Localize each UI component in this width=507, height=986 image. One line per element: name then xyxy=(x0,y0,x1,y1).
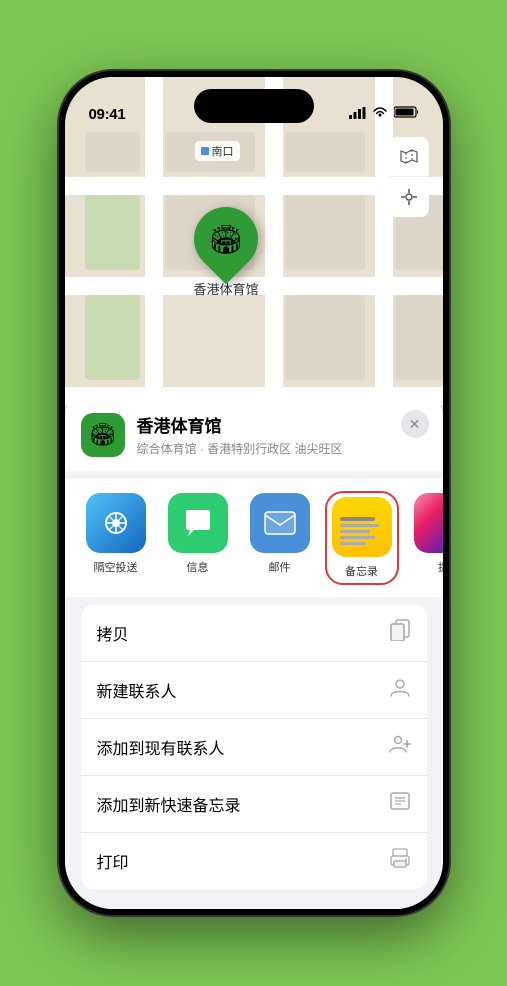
airdrop-label: 隔空投送 xyxy=(94,559,138,575)
map-block xyxy=(85,132,140,172)
map-label-dot xyxy=(201,147,209,155)
share-item-airdrop[interactable]: 隔空投送 xyxy=(81,493,151,583)
map-block xyxy=(285,195,365,270)
new-contact-label: 新建联系人 xyxy=(97,678,177,702)
action-add-existing[interactable]: 添加到现有联系人 xyxy=(81,719,427,776)
close-button[interactable]: ✕ xyxy=(401,410,429,438)
status-icons xyxy=(349,105,419,123)
add-existing-icon xyxy=(389,733,411,761)
more-icon xyxy=(414,493,443,553)
airdrop-icon xyxy=(86,493,146,553)
share-row: 隔空投送 信息 邮件 xyxy=(65,479,443,597)
map-controls xyxy=(389,137,429,217)
pin-icon: 🏟 xyxy=(208,223,244,256)
map-label: 南口 xyxy=(195,141,240,161)
location-button[interactable] xyxy=(389,177,429,217)
add-notes-label: 添加到新快速备忘录 xyxy=(97,792,241,816)
copy-label: 拷贝 xyxy=(97,621,129,645)
add-notes-icon xyxy=(389,790,411,818)
map-block xyxy=(395,295,443,380)
bottom-sheet: 🏟 香港体育馆 综合体育馆 · 香港特别行政区 油尖旺区 ✕ 隔空投送 xyxy=(65,396,443,909)
action-list: 拷贝 新建联系人 添加到现有联系人 xyxy=(81,605,427,889)
notes-label: 备忘录 xyxy=(345,563,378,579)
location-pin: 🏟 香港体育馆 xyxy=(194,207,259,298)
mail-icon xyxy=(250,493,310,553)
wifi-icon xyxy=(372,105,388,123)
dynamic-island xyxy=(194,89,314,123)
map-block xyxy=(285,132,365,172)
phone-frame: 09:41 xyxy=(59,71,449,915)
map-block xyxy=(85,295,140,380)
map-block xyxy=(285,295,365,380)
status-time: 09:41 xyxy=(89,106,126,123)
action-print[interactable]: 打印 xyxy=(81,833,427,889)
venue-icon: 🏟 xyxy=(81,413,125,457)
action-new-contact[interactable]: 新建联系人 xyxy=(81,662,427,719)
messages-label: 信息 xyxy=(187,559,209,575)
pin-circle: 🏟 xyxy=(181,194,272,285)
new-contact-icon xyxy=(389,676,411,704)
mail-label: 邮件 xyxy=(269,559,291,575)
map-block xyxy=(85,195,140,270)
phone-screen: 09:41 xyxy=(65,77,443,909)
action-add-notes[interactable]: 添加到新快速备忘录 xyxy=(81,776,427,833)
battery-icon xyxy=(394,105,419,123)
share-item-notes[interactable]: 备忘录 xyxy=(327,493,397,583)
venue-subtitle: 综合体育馆 · 香港特别行政区 油尖旺区 xyxy=(137,440,427,457)
share-item-mail[interactable]: 邮件 xyxy=(245,493,315,583)
map-type-button[interactable] xyxy=(389,137,429,177)
print-icon xyxy=(389,847,411,875)
add-existing-label: 添加到现有联系人 xyxy=(97,735,225,759)
more-label: 提 xyxy=(438,559,443,575)
share-item-more[interactable]: 提 xyxy=(409,493,443,583)
copy-icon xyxy=(389,619,411,647)
action-copy[interactable]: 拷贝 xyxy=(81,605,427,662)
venue-info: 香港体育馆 综合体育馆 · 香港特别行政区 油尖旺区 xyxy=(137,412,427,457)
messages-icon xyxy=(168,493,228,553)
venue-header: 🏟 香港体育馆 综合体育馆 · 香港特别行政区 油尖旺区 ✕ xyxy=(65,396,443,471)
notes-icon xyxy=(332,497,392,557)
print-label: 打印 xyxy=(97,849,129,873)
venue-name: 香港体育馆 xyxy=(137,412,427,437)
share-item-messages[interactable]: 信息 xyxy=(163,493,233,583)
signal-icon xyxy=(349,107,366,122)
